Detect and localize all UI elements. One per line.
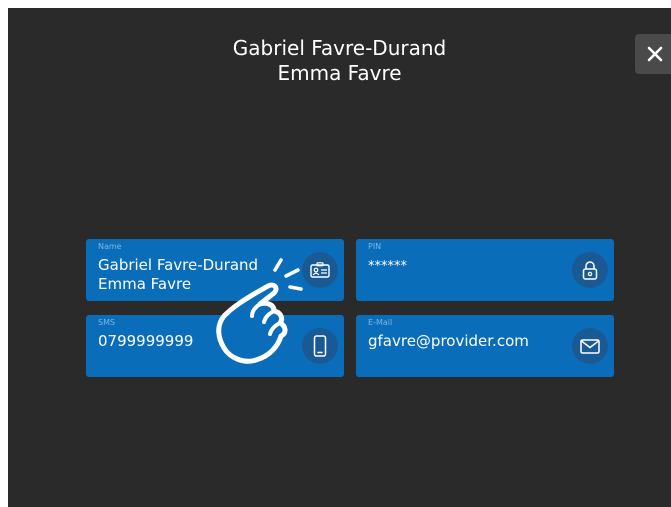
lock-icon bbox=[582, 261, 598, 280]
app-screen: Gabriel Favre-Durand Emma Favre Name Gab… bbox=[8, 8, 671, 507]
mail-icon bbox=[580, 338, 600, 354]
name-label: Name bbox=[98, 242, 122, 251]
phone-icon bbox=[313, 335, 327, 357]
mail-icon-button[interactable] bbox=[572, 328, 608, 364]
email-value: gfavre@provider.com bbox=[368, 332, 529, 350]
email-label: E-Mail bbox=[368, 318, 393, 327]
name-value: Gabriel Favre-Durand Emma Favre bbox=[98, 256, 258, 294]
title-line-1: Gabriel Favre-Durand bbox=[232, 36, 447, 60]
sms-label: SMS bbox=[98, 318, 116, 327]
page-title: Gabriel Favre-Durand Emma Favre bbox=[8, 36, 671, 86]
sms-value: 0799999999 bbox=[98, 332, 194, 350]
pin-card[interactable]: PIN ****** bbox=[356, 239, 614, 301]
id-card-icon-button[interactable] bbox=[302, 252, 338, 288]
email-card[interactable]: E-Mail gfavre@provider.com bbox=[356, 315, 614, 377]
name-value-line-1: Gabriel Favre-Durand bbox=[98, 256, 259, 274]
pin-value: ****** bbox=[368, 259, 407, 274]
sms-card[interactable]: SMS 0799999999 bbox=[86, 315, 344, 377]
name-card[interactable]: Name Gabriel Favre-Durand Emma Favre bbox=[86, 239, 344, 301]
pin-label: PIN bbox=[368, 242, 382, 251]
lock-icon-button[interactable] bbox=[572, 252, 608, 288]
close-button[interactable] bbox=[635, 34, 671, 74]
id-card-icon bbox=[310, 262, 330, 278]
close-icon bbox=[647, 46, 663, 62]
name-value-line-2: Emma Favre bbox=[98, 275, 192, 293]
title-line-2: Emma Favre bbox=[277, 61, 402, 85]
phone-icon-button[interactable] bbox=[302, 328, 338, 364]
